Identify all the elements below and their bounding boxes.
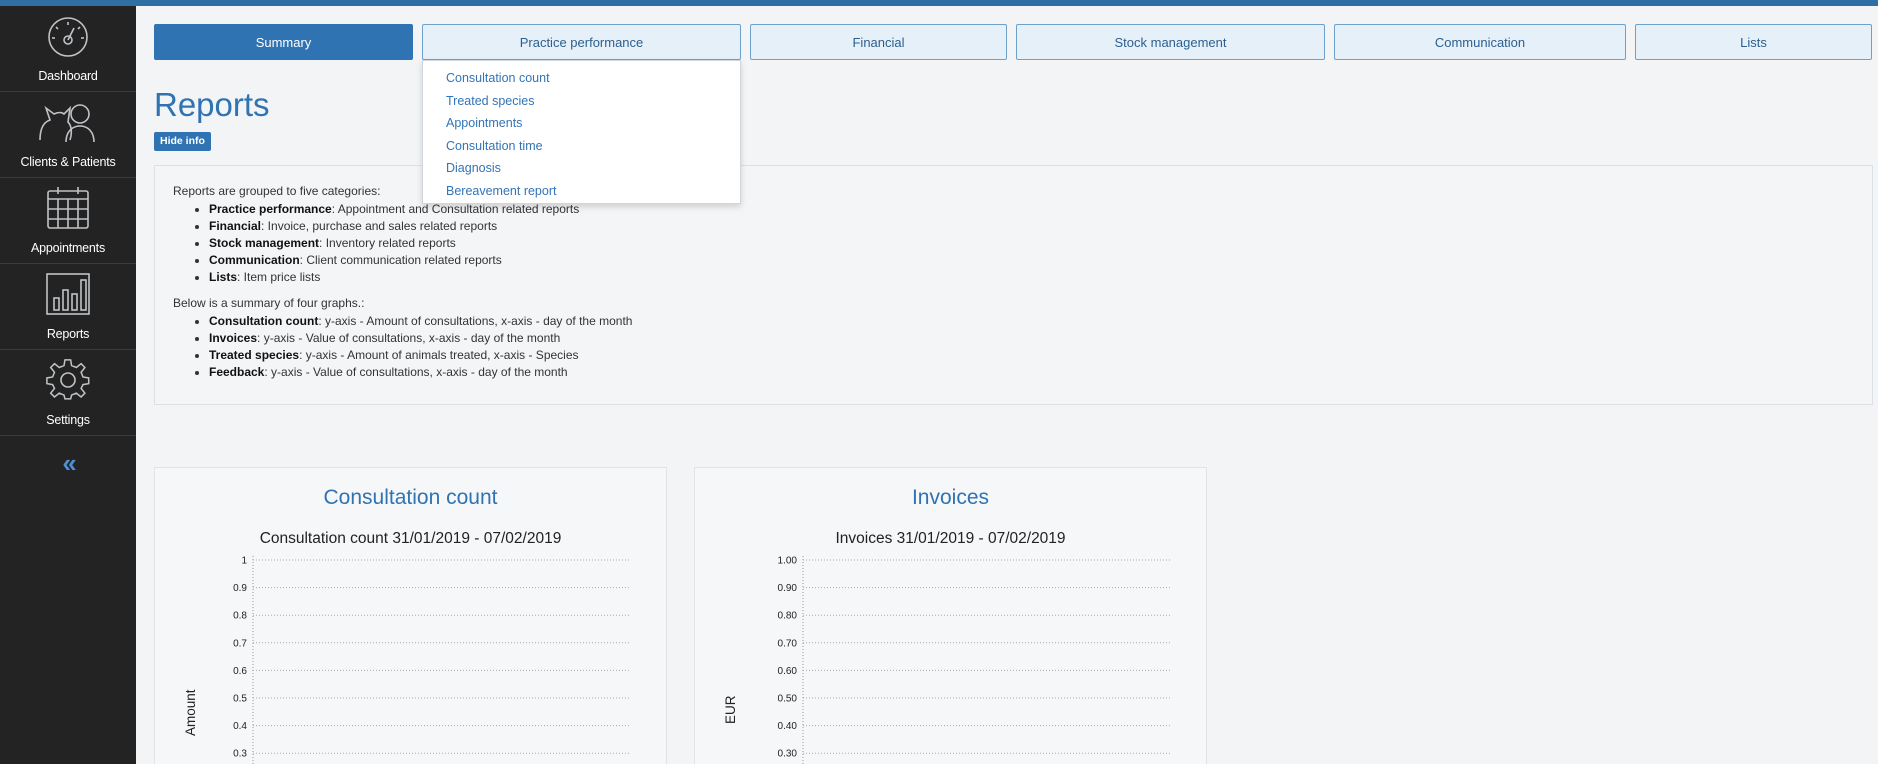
gear-icon: [45, 358, 91, 413]
list-item: Invoices: y-axis - Value of consultation…: [209, 330, 1854, 347]
y-tick-label: 0.7: [233, 638, 247, 649]
list-item: Treated species: y-axis - Amount of anim…: [209, 347, 1854, 364]
menu-item-consultation-count[interactable]: Consultation count: [423, 67, 740, 90]
y-tick-label: 0.3: [233, 749, 247, 760]
top-accent-bar: [0, 0, 1878, 6]
y-tick-label: 0.30: [778, 749, 798, 760]
tab-financial[interactable]: Financial: [750, 24, 1007, 60]
y-tick-label: 0.40: [778, 721, 798, 732]
consultation-count-card: Consultation count Consultation count 31…: [154, 467, 667, 764]
y-tick-label: 0.70: [778, 638, 798, 649]
list-item: Communication: Client communication rela…: [209, 252, 1854, 269]
collapse-sidebar-button[interactable]: ‹‹: [0, 448, 136, 479]
sidebar-item-dashboard[interactable]: Dashboard: [0, 6, 136, 92]
tab-lists[interactable]: Lists: [1635, 24, 1872, 60]
tab-practice-performance[interactable]: Practice performance: [422, 24, 741, 60]
menu-item-treated-species[interactable]: Treated species: [423, 90, 740, 113]
card-title: Invoices: [911, 486, 990, 509]
cat-person-icon: [36, 100, 100, 155]
tab-summary[interactable]: Summary: [154, 24, 413, 60]
tab-communication[interactable]: Communication: [1334, 24, 1626, 60]
practice-performance-dropdown: Consultation count Treated species Appoi…: [422, 60, 741, 204]
chart-title: Consultation count 31/01/2019 - 07/02/20…: [259, 530, 562, 547]
speedometer-icon: [45, 16, 91, 69]
y-tick-label: 0.4: [233, 721, 247, 732]
list-item: Lists: Item price lists: [209, 269, 1854, 286]
chart-title: Invoices 31/01/2019 - 07/02/2019: [835, 530, 1066, 547]
page-title: Reports: [154, 86, 270, 123]
invoices-chart: 1.00 0.90 0.80 0.70 0.60 0.50 0.40 0.30: [778, 556, 1171, 764]
list-item: Financial: Invoice, purchase and sales r…: [209, 218, 1854, 235]
sidebar: Dashboard Clients & Patients Appointment…: [0, 6, 136, 764]
sidebar-item-clients-patients[interactable]: Clients & Patients: [0, 92, 136, 178]
info-panel: Reports are grouped to five categories: …: [154, 165, 1873, 405]
hide-info-button[interactable]: Hide info: [154, 132, 211, 151]
y-tick-label: 0.8: [233, 611, 247, 622]
graphs-list: Consultation count: y-axis - Amount of c…: [173, 313, 1854, 381]
sidebar-item-settings[interactable]: Settings: [0, 350, 136, 436]
sidebar-item-label: Settings: [46, 413, 90, 427]
y-tick-label: 0.90: [778, 583, 798, 594]
y-tick-label: 1.00: [778, 556, 798, 567]
list-item: Consultation count: y-axis - Amount of c…: [209, 313, 1854, 330]
graphs-intro: Below is a summary of four graphs.:: [173, 296, 365, 310]
list-item: Stock management: Inventory related repo…: [209, 235, 1854, 252]
y-tick-label: 0.80: [778, 611, 798, 622]
list-item: Feedback: y-axis - Value of consultation…: [209, 364, 1854, 381]
y-tick-label: 0.60: [778, 666, 798, 677]
consultation-count-chart: 1 0.9 0.8 0.7 0.6 0.5 0.4 0.3: [233, 556, 631, 764]
categories-list: Practice performance: Appointment and Co…: [173, 201, 1854, 286]
tab-stock-management[interactable]: Stock management: [1016, 24, 1325, 60]
bar-chart-icon: [45, 272, 91, 327]
sidebar-item-appointments[interactable]: Appointments: [0, 178, 136, 264]
y-tick-label: 0.50: [778, 694, 798, 705]
sidebar-item-label: Dashboard: [38, 69, 98, 83]
sidebar-item-label: Appointments: [30, 241, 106, 255]
menu-item-consultation-time[interactable]: Consultation time: [423, 135, 740, 158]
y-tick-label: 0.9: [233, 583, 247, 594]
sidebar-item-label: Reports: [46, 327, 90, 341]
y-tick-label: 0.6: [233, 666, 247, 677]
card-title: Consultation count: [323, 486, 498, 509]
y-tick-label: 0.5: [233, 694, 247, 705]
menu-item-bereavement-report[interactable]: Bereavement report: [423, 180, 740, 203]
sidebar-item-reports[interactable]: Reports: [0, 264, 136, 350]
sidebar-item-label: Clients & Patients: [20, 155, 116, 169]
menu-item-diagnosis[interactable]: Diagnosis: [423, 157, 740, 180]
menu-item-appointments[interactable]: Appointments: [423, 112, 740, 135]
calendar-icon: [45, 186, 91, 241]
invoices-card: Invoices Invoices 31/01/2019 - 07/02/201…: [694, 467, 1207, 764]
y-tick-label: 1: [241, 556, 247, 567]
